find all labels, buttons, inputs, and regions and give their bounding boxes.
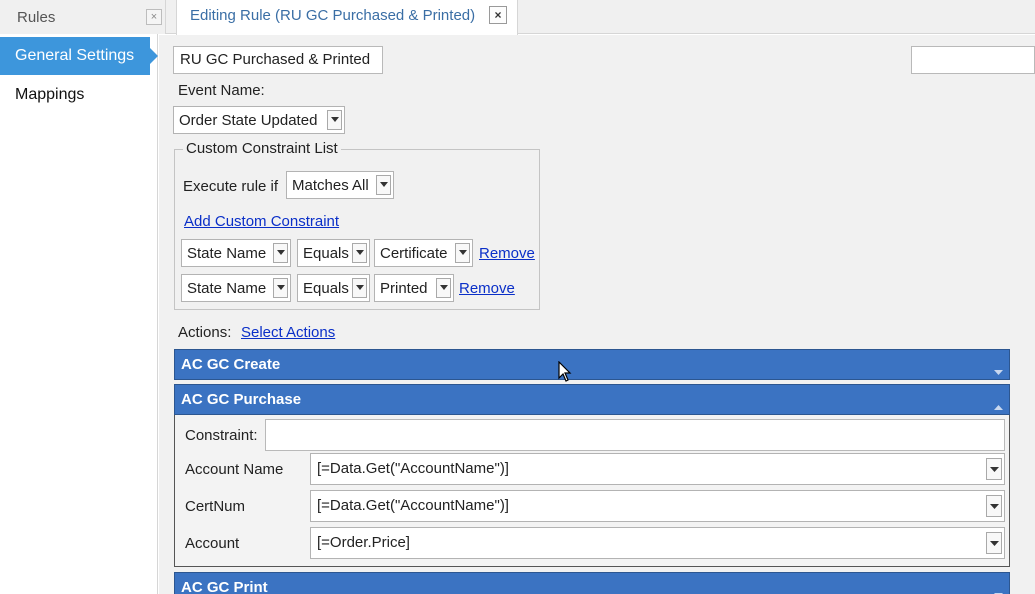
tab-strip: Rules × Editing Rule (RU GC Purchased & … <box>0 0 1035 35</box>
account-name-value: [=Data.Get("AccountName")] <box>317 460 509 477</box>
chevron-down-icon[interactable] <box>455 243 470 263</box>
constraint-value-select[interactable]: Printed <box>374 274 454 302</box>
constraint-field-select[interactable]: State Name <box>181 274 291 302</box>
execute-rule-label: Execute rule if <box>183 178 279 195</box>
remove-constraint-link[interactable]: Remove <box>479 245 535 262</box>
chevron-down-icon[interactable] <box>352 278 367 298</box>
constraint-value-select[interactable]: Certificate <box>374 239 473 267</box>
tab-editing-rule-label: Editing Rule (RU GC Purchased & Printed) <box>190 7 476 24</box>
account-name-select[interactable]: [=Data.Get("AccountName")] <box>310 453 1005 485</box>
constraint-operator-value: Equals <box>303 280 349 297</box>
collapse-arrow-icon[interactable] <box>994 397 1003 414</box>
event-name-select[interactable]: Order State Updated <box>173 106 345 134</box>
custom-constraint-legend: Custom Constraint List <box>183 140 341 157</box>
tab-rules[interactable]: Rules × <box>0 0 166 34</box>
panel-title: AC GC Print <box>181 579 268 594</box>
constraint-input[interactable] <box>265 419 1005 451</box>
execute-rule-value: Matches All <box>292 177 369 194</box>
constraint-label: Constraint: <box>185 427 258 444</box>
chevron-down-icon[interactable] <box>273 243 288 263</box>
sidebar: General Settings Mappings <box>0 34 158 594</box>
event-name-label: Event Name: <box>178 82 265 99</box>
constraint-operator-select[interactable]: Equals <box>297 239 370 267</box>
rule-name-field[interactable]: RU GC Purchased & Printed <box>173 46 383 74</box>
tab-editing-rule[interactable]: Editing Rule (RU GC Purchased & Printed)… <box>176 0 518 35</box>
custom-constraint-list: Custom Constraint List Execute rule if M… <box>174 140 540 310</box>
constraint-value-value: Printed <box>380 280 428 297</box>
tab-rules-close-icon[interactable]: × <box>146 9 162 25</box>
chevron-down-icon[interactable] <box>327 110 342 130</box>
mouse-cursor-icon <box>558 360 572 387</box>
certnum-value: [=Data.Get("AccountName")] <box>317 497 509 514</box>
sidebar-item-mappings[interactable]: Mappings <box>0 76 158 114</box>
constraint-field-value: State Name <box>187 245 267 262</box>
chevron-down-icon[interactable] <box>436 278 451 298</box>
add-custom-constraint-link[interactable]: Add Custom Constraint <box>184 213 339 230</box>
account-select[interactable]: [=Order.Price] <box>310 527 1005 559</box>
panel-ac-gc-purchase-header[interactable]: AC GC Purchase <box>174 384 1010 415</box>
certnum-select[interactable]: [=Data.Get("AccountName")] <box>310 490 1005 522</box>
remove-constraint-link[interactable]: Remove <box>459 280 515 297</box>
rule-right-input[interactable] <box>911 46 1035 74</box>
account-name-label: Account Name <box>185 461 284 478</box>
chevron-down-icon[interactable] <box>273 278 288 298</box>
expand-arrow-icon[interactable] <box>994 362 1003 379</box>
panel-title: AC GC Create <box>181 356 281 373</box>
execute-rule-select[interactable]: Matches All <box>286 171 394 199</box>
select-actions-link[interactable]: Select Actions <box>241 324 335 341</box>
tab-editing-rule-close-icon[interactable]: × <box>489 6 507 24</box>
actions-label: Actions: <box>178 324 232 341</box>
chevron-down-icon[interactable] <box>986 495 1002 517</box>
account-value: [=Order.Price] <box>317 534 410 551</box>
certnum-label: CertNum <box>185 498 246 515</box>
constraint-operator-value: Equals <box>303 245 349 262</box>
account-label: Account <box>185 535 240 552</box>
event-name-value: Order State Updated <box>179 112 318 129</box>
constraint-value-value: Certificate <box>380 245 448 262</box>
chevron-down-icon[interactable] <box>986 532 1002 554</box>
expand-arrow-icon[interactable] <box>994 585 1003 594</box>
constraint-field-value: State Name <box>187 280 267 297</box>
sidebar-item-general-settings[interactable]: General Settings <box>0 37 158 75</box>
constraint-operator-select[interactable]: Equals <box>297 274 370 302</box>
panel-ac-gc-print-header[interactable]: AC GC Print <box>174 572 1010 594</box>
constraint-field-select[interactable]: State Name <box>181 239 291 267</box>
chevron-down-icon[interactable] <box>352 243 367 263</box>
panel-title: AC GC Purchase <box>181 391 302 408</box>
tab-rules-label: Rules <box>17 9 56 26</box>
rule-editor: RU GC Purchased & Printed Event Name: Or… <box>159 35 1035 594</box>
chevron-down-icon[interactable] <box>376 175 391 195</box>
panel-ac-gc-create-header[interactable]: AC GC Create <box>174 349 1010 380</box>
panel-ac-gc-purchase-body: Constraint: Account Name [=Data.Get("Acc… <box>174 415 1010 567</box>
chevron-down-icon[interactable] <box>986 458 1002 480</box>
